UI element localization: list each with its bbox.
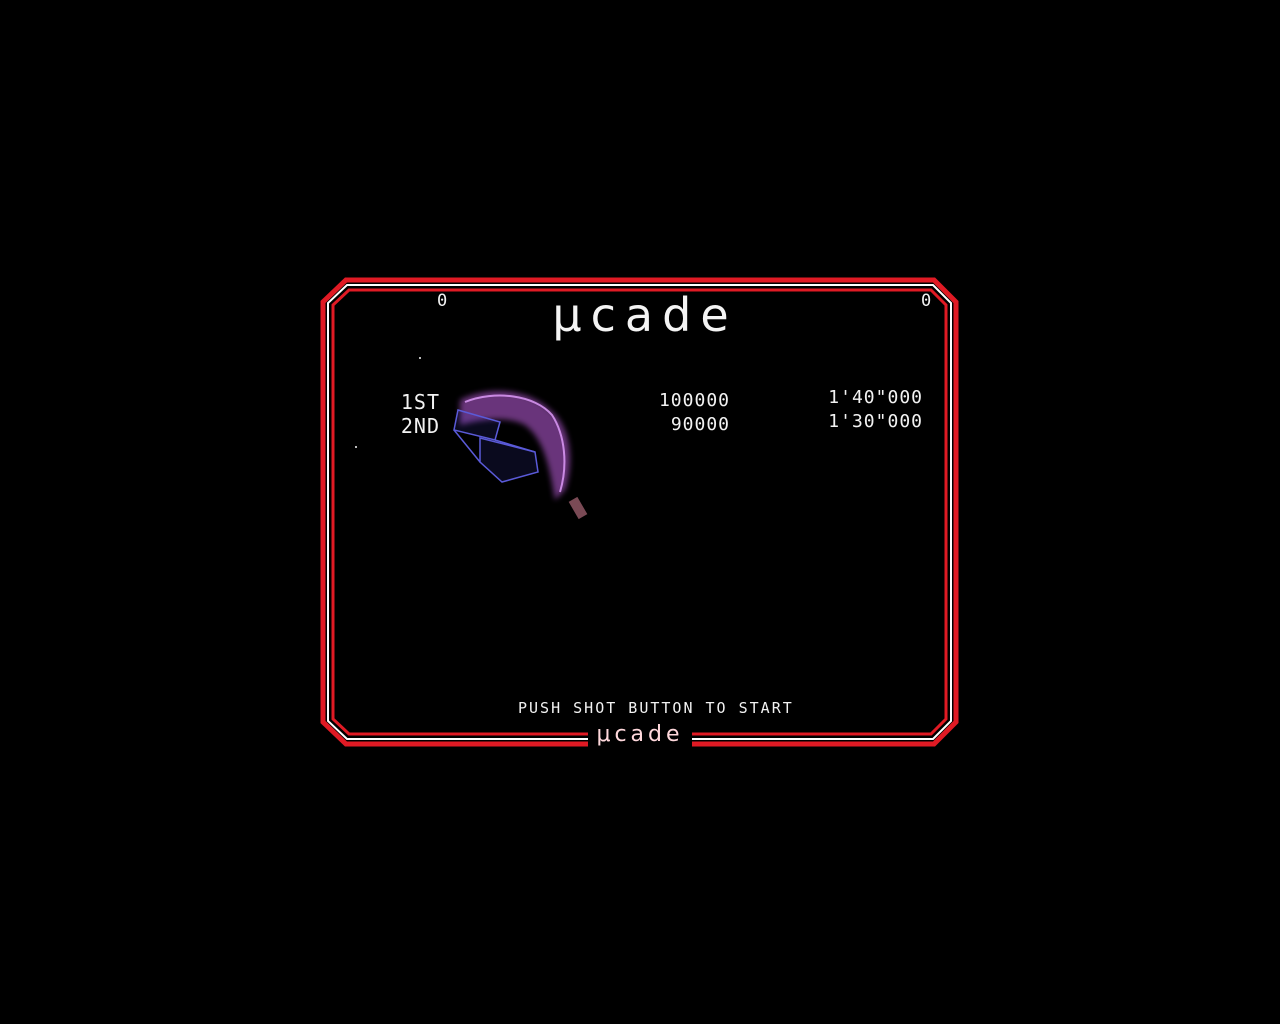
title-mu: μ [552, 288, 591, 342]
rank-score-2: 90000 [670, 414, 730, 435]
arcade-frame [320, 277, 959, 747]
rank-score-1: 100000 [658, 390, 730, 411]
game-title-logo: μcade [545, 288, 745, 342]
start-prompt: PUSH SHOT BUTTON TO START [518, 699, 794, 717]
star-particle [355, 446, 357, 448]
rank-time-2: 1'30"000 [828, 411, 923, 432]
star-particle [419, 357, 421, 359]
footer-logo: μcade [588, 722, 692, 750]
player2-score: 0 [921, 291, 933, 311]
player1-score: 0 [437, 291, 449, 311]
rank-time-1: 1'40"000 [828, 387, 923, 408]
title-text: cade [590, 288, 738, 342]
rank-label-1: 1ST [400, 390, 440, 414]
rank-label-2: 2ND [400, 414, 440, 438]
ship-graphic [453, 391, 588, 520]
